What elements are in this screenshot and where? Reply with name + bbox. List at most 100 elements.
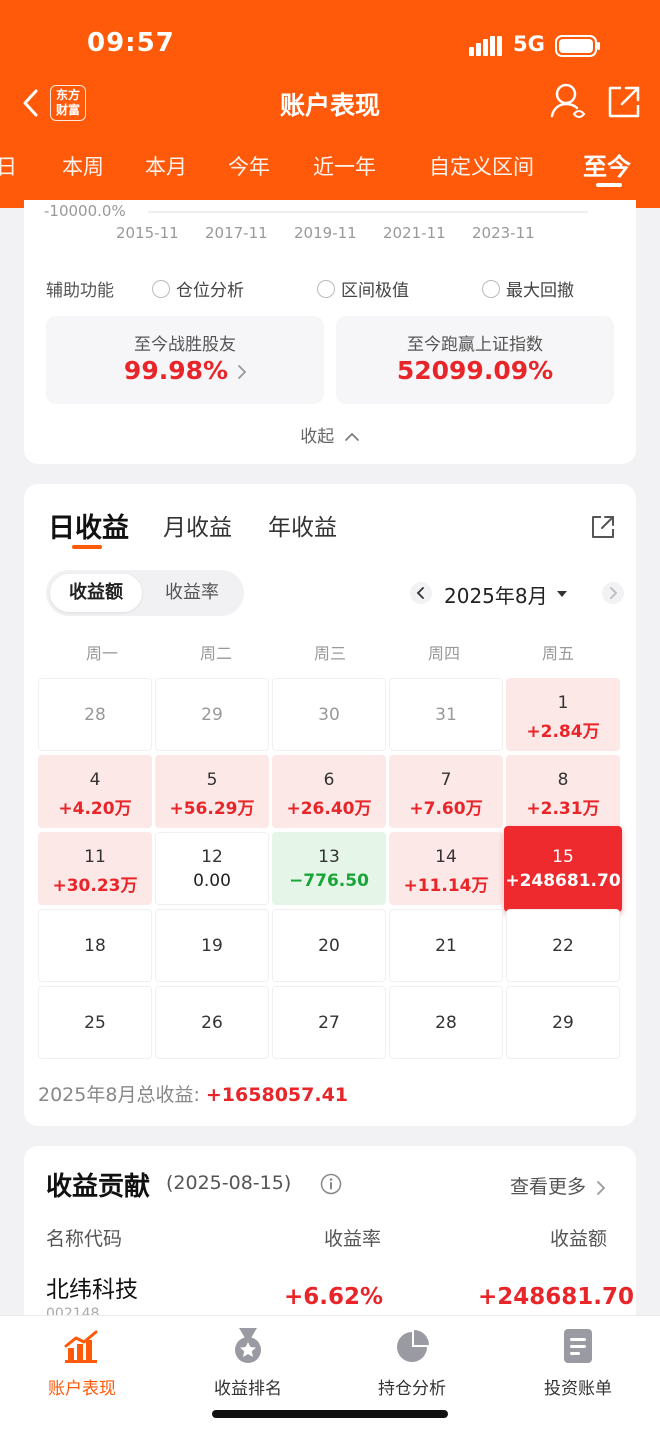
tab-daily-returns[interactable]: 日收益 bbox=[48, 506, 129, 545]
cell-day: 29 bbox=[552, 1013, 574, 1033]
nav-holding-analysis[interactable]: 持仓分析 bbox=[342, 1326, 482, 1399]
signal-icon bbox=[469, 36, 502, 56]
calendar-cell[interactable]: 11 +30.23万 bbox=[38, 832, 152, 905]
cell-value: +11.14万 bbox=[403, 876, 489, 896]
returns-mode-toggle: 收益额 收益率 bbox=[46, 570, 244, 616]
calendar-cell[interactable]: 26 bbox=[155, 986, 269, 1059]
calendar-cell[interactable]: 5 +56.29万 bbox=[155, 755, 269, 828]
returns-tab-indicator bbox=[72, 545, 102, 549]
info-icon[interactable] bbox=[320, 1173, 342, 1195]
returns-tabs: 日收益 月收益 年收益 bbox=[24, 508, 636, 558]
weekday-thu: 周四 bbox=[427, 644, 460, 663]
cell-day: 26 bbox=[201, 1013, 223, 1033]
returns-card: 日收益 月收益 年收益 收益额 收益率 2025年8月 周一 周二 周三 周四 bbox=[24, 484, 636, 1126]
prev-month-button[interactable] bbox=[410, 582, 432, 604]
chevron-up-icon bbox=[344, 432, 359, 441]
cell-day: 4 bbox=[89, 770, 101, 790]
tab-year[interactable]: 今年 bbox=[228, 151, 270, 181]
tab-monthly-returns[interactable]: 月收益 bbox=[163, 508, 232, 542]
aux-option-range-extreme[interactable]: 区间极值 bbox=[317, 276, 409, 301]
calendar-cell[interactable]: 8 +2.31万 bbox=[506, 755, 620, 828]
calendar-cell[interactable]: 28 bbox=[389, 986, 503, 1059]
stock-name[interactable]: 北纬科技 bbox=[46, 1270, 138, 1304]
x-tick: 2021-11 bbox=[383, 224, 446, 242]
cell-day: 6 bbox=[323, 770, 335, 790]
header: 09:57 5G 东方 财富 账户表现 日 本周 本月 今年 近一年 自定义区间… bbox=[0, 0, 660, 208]
cell-day: 18 bbox=[84, 936, 106, 956]
month-navigator: 2025年8月 bbox=[408, 580, 624, 610]
caret-down-icon[interactable] bbox=[556, 590, 568, 598]
month-total: 2025年8月总收益: +1658057.41 bbox=[38, 1080, 348, 1107]
calendar-cell[interactable]: 12 0.00 bbox=[155, 832, 269, 905]
calendar-cell[interactable]: 7 +7.60万 bbox=[389, 755, 503, 828]
nav-label: 收益排名 bbox=[214, 1379, 282, 1399]
share-icon[interactable] bbox=[606, 84, 642, 120]
nav-label: 投资账单 bbox=[544, 1379, 612, 1399]
calendar-cell[interactable]: 29 bbox=[155, 678, 269, 751]
stock-amount: +248681.70 bbox=[478, 1284, 635, 1310]
calendar-cell[interactable]: 21 bbox=[389, 909, 503, 982]
cell-value: +56.29万 bbox=[169, 799, 255, 819]
stat-value: 52099.09% bbox=[396, 356, 554, 385]
radio-icon bbox=[152, 279, 170, 298]
calendar-cell[interactable]: 31 bbox=[389, 678, 503, 751]
tab-yearly-returns[interactable]: 年收益 bbox=[268, 508, 337, 542]
col-header-amount: 收益额 bbox=[550, 1228, 608, 1250]
trend-chart-icon bbox=[64, 1330, 98, 1363]
calendar-cell[interactable]: 19 bbox=[155, 909, 269, 982]
cell-day: 19 bbox=[201, 936, 223, 956]
collapse-button[interactable]: 收起 bbox=[24, 422, 636, 447]
nav-account-performance[interactable]: 账户表现 bbox=[12, 1326, 152, 1399]
bill-icon bbox=[564, 1329, 592, 1363]
view-more-link[interactable]: 查看更多 bbox=[510, 1172, 606, 1199]
weekday-tue: 周二 bbox=[199, 644, 232, 663]
calendar-cell[interactable]: 29 bbox=[506, 986, 620, 1059]
cell-value: +7.60万 bbox=[409, 799, 483, 819]
calendar-cell[interactable]: 14 +11.14万 bbox=[389, 832, 503, 905]
calendar-cell[interactable]: 25 bbox=[38, 986, 152, 1059]
calendar-cell[interactable]: 22 bbox=[506, 909, 620, 982]
cell-day: 22 bbox=[552, 936, 574, 956]
cell-day: 13 bbox=[318, 847, 340, 867]
tab-day[interactable]: 日 bbox=[0, 151, 17, 181]
calendar-cell[interactable]: 13 −776.50 bbox=[272, 832, 386, 905]
tab-custom-range[interactable]: 自定义区间 bbox=[429, 151, 534, 181]
calendar-cell[interactable]: 30 bbox=[272, 678, 386, 751]
tab-active-indicator bbox=[596, 183, 622, 187]
calendar-cell[interactable]: 4 +4.20万 bbox=[38, 755, 152, 828]
nav-investment-bill[interactable]: 投资账单 bbox=[508, 1326, 648, 1399]
stat-beat-peers[interactable]: 至今战胜股友 99.98% bbox=[46, 316, 324, 404]
export-icon[interactable] bbox=[590, 514, 616, 540]
status-bar: 09:57 5G bbox=[0, 28, 660, 62]
month-label[interactable]: 2025年8月 bbox=[444, 580, 548, 609]
chart-baseline bbox=[148, 211, 588, 213]
tab-week[interactable]: 本周 bbox=[62, 151, 104, 181]
calendar-cell[interactable]: 28 bbox=[38, 678, 152, 751]
next-month-button[interactable] bbox=[602, 582, 624, 604]
user-icon[interactable] bbox=[550, 82, 586, 120]
cell-day: 29 bbox=[201, 705, 223, 725]
tab-month[interactable]: 本月 bbox=[145, 151, 187, 181]
mode-amount[interactable]: 收益额 bbox=[50, 574, 142, 612]
tab-last-year[interactable]: 近一年 bbox=[313, 151, 376, 181]
cell-day: 21 bbox=[435, 936, 457, 956]
calendar-cell[interactable]: 27 bbox=[272, 986, 386, 1059]
calendar-cell[interactable]: 1 +2.84万 bbox=[506, 678, 620, 751]
home-indicator bbox=[212, 1410, 448, 1418]
aux-option-max-drawdown[interactable]: 最大回撤 bbox=[482, 276, 574, 301]
cell-day: 12 bbox=[201, 847, 223, 867]
calendar-cell[interactable]: 6 +26.40万 bbox=[272, 755, 386, 828]
cell-value: 0.00 bbox=[193, 871, 231, 891]
contribution-date: (2025-08-15) bbox=[166, 1172, 292, 1194]
nav-return-ranking[interactable]: 收益排名 bbox=[178, 1326, 318, 1399]
cell-day: 14 bbox=[435, 847, 457, 867]
calendar-cell-selected[interactable]: 15 +248681.70 bbox=[504, 826, 622, 912]
tab-to-date[interactable]: 至今 bbox=[583, 147, 631, 182]
mode-rate[interactable]: 收益率 bbox=[146, 574, 238, 612]
calendar-cell[interactable]: 20 bbox=[272, 909, 386, 982]
cell-day: 28 bbox=[84, 705, 106, 725]
calendar-cell[interactable]: 18 bbox=[38, 909, 152, 982]
pie-chart-icon bbox=[397, 1330, 429, 1362]
cell-value: −776.50 bbox=[289, 871, 369, 891]
aux-option-position[interactable]: 仓位分析 bbox=[152, 276, 244, 301]
